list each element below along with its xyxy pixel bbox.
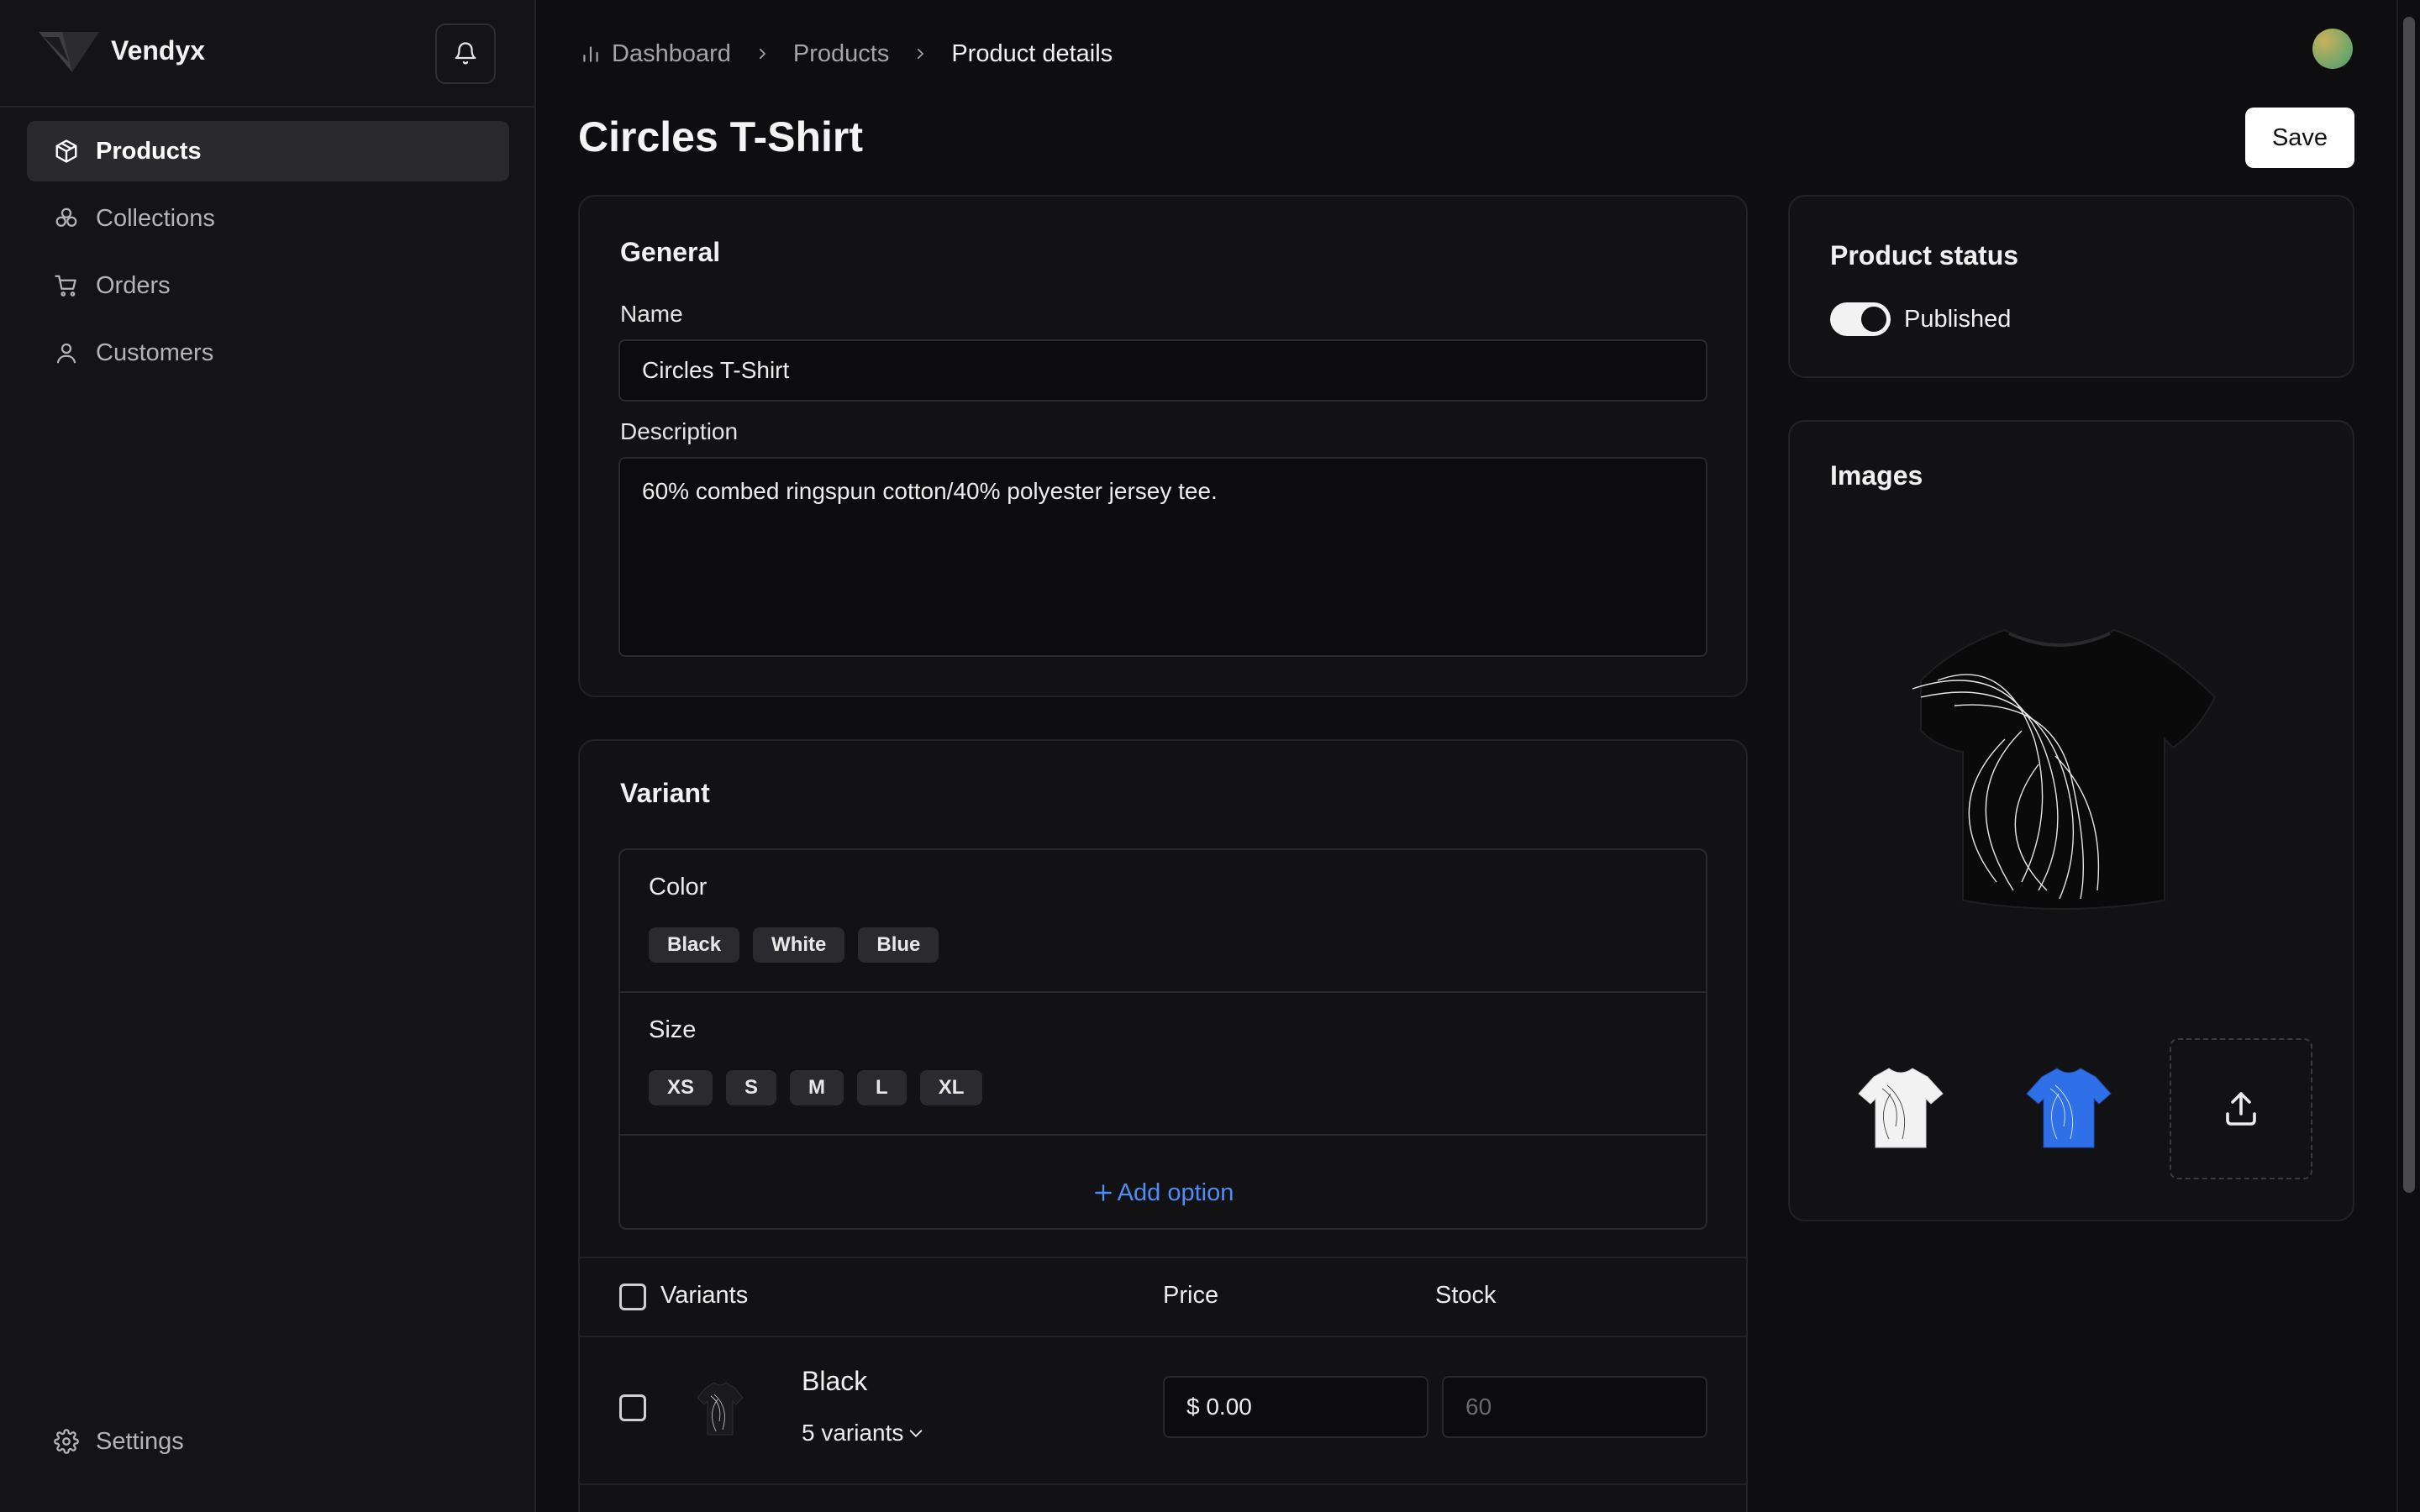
- scrollbar-thumb[interactable]: [2403, 17, 2415, 1193]
- size-values: XS S M L XL: [649, 1070, 983, 1105]
- divider: [580, 1483, 1746, 1485]
- chevron-right-icon: [755, 46, 770, 61]
- price-input[interactable]: $ 0.00: [1163, 1376, 1428, 1438]
- description-label: Description: [620, 418, 739, 444]
- published-label: Published: [1904, 306, 2012, 333]
- name-label: Name: [620, 301, 683, 327]
- add-option-label: Add option: [1117, 1179, 1234, 1206]
- color-values: Black White Blue: [649, 927, 939, 963]
- header-stock: Stock: [1435, 1282, 1497, 1309]
- upload-image-button[interactable]: [2170, 1038, 2312, 1179]
- upload-icon: [2226, 1092, 2256, 1126]
- notifications-button[interactable]: [435, 24, 496, 84]
- header-variants: Variants: [660, 1282, 749, 1309]
- blue-shirt-thumbnail[interactable]: [2017, 1055, 2121, 1159]
- sidebar-item-collections[interactable]: Collections: [27, 188, 509, 249]
- option-value-chip[interactable]: L: [857, 1070, 907, 1105]
- divider: [620, 1134, 1706, 1136]
- plus-icon: [1094, 1184, 1112, 1201]
- variant-card-title: Variant: [620, 778, 710, 808]
- sidebar-item-label: Collections: [96, 204, 215, 232]
- gear-icon: [54, 1429, 79, 1454]
- save-button[interactable]: Save: [2245, 108, 2354, 168]
- option-name-size: Size: [649, 1016, 697, 1043]
- white-shirt-thumbnail[interactable]: [1849, 1055, 1953, 1159]
- general-card-title: General: [620, 237, 721, 267]
- divider: [580, 1257, 1746, 1258]
- variant-name: Black: [802, 1366, 868, 1396]
- sidebar-item-label: Products: [96, 137, 202, 165]
- avatar[interactable]: [2312, 29, 2353, 69]
- collections-icon: [54, 206, 79, 231]
- images-title: Images: [1830, 460, 1923, 491]
- divider: [580, 1336, 1746, 1337]
- sidebar-item-label: Customers: [96, 339, 214, 366]
- page-title: Circles T-Shirt: [578, 113, 863, 160]
- row-checkbox[interactable]: [619, 1394, 646, 1421]
- vendyx-logo: [39, 32, 99, 72]
- option-value-chip[interactable]: S: [726, 1070, 777, 1105]
- package-icon: [54, 139, 79, 164]
- sidebar-item-products[interactable]: Products: [27, 121, 509, 181]
- sidebar-item-settings[interactable]: Settings: [27, 1411, 509, 1472]
- sidebar: Vendyx Products Collections Orders Custo…: [0, 0, 536, 1512]
- page-scrollbar[interactable]: [2396, 0, 2420, 1512]
- select-all-checkbox[interactable]: [619, 1284, 646, 1310]
- name-field[interactable]: Circles T-Shirt: [618, 339, 1707, 402]
- toggle-knob: [1861, 307, 1886, 332]
- main-product-image[interactable]: [1887, 605, 2240, 924]
- sidebar-item-label: Orders: [96, 271, 171, 299]
- breadcrumb-current: Product details: [951, 39, 1113, 67]
- variant-options: Color Black White Blue Size XS S M L XL …: [618, 848, 1707, 1230]
- bell-icon: [455, 42, 476, 65]
- chevron-right-icon: [913, 46, 928, 61]
- sidebar-item-label: Settings: [96, 1427, 184, 1455]
- breadcrumb-products[interactable]: Products: [793, 40, 889, 68]
- sidebar-header: Vendyx: [0, 0, 534, 108]
- option-value-chip[interactable]: XL: [919, 1070, 983, 1105]
- black-shirt-thumbnail: [697, 1382, 744, 1436]
- variants-expand-toggle[interactable]: 5 variants: [802, 1420, 925, 1446]
- bar-chart-icon: [583, 46, 598, 62]
- cart-icon: [54, 273, 79, 298]
- breadcrumb: Dashboard Products Product details: [580, 37, 1113, 71]
- option-value-chip[interactable]: Blue: [858, 927, 939, 963]
- stock-input[interactable]: 60: [1442, 1376, 1707, 1438]
- description-field[interactable]: 60% combed ringspun cotton/40% polyester…: [618, 457, 1707, 657]
- published-toggle[interactable]: [1830, 302, 1891, 336]
- user-icon: [54, 340, 79, 365]
- add-option-button[interactable]: Add option: [620, 1168, 1706, 1218]
- chevron-down-icon: [910, 1430, 923, 1437]
- option-name-color: Color: [649, 874, 708, 900]
- variant-count: 5 variants: [802, 1420, 904, 1446]
- option-value-chip[interactable]: Black: [649, 927, 740, 963]
- option-value-chip[interactable]: M: [790, 1070, 844, 1105]
- option-value-chip[interactable]: White: [753, 927, 845, 963]
- breadcrumb-dashboard[interactable]: Dashboard: [612, 40, 731, 68]
- brand-name: Vendyx: [111, 35, 206, 66]
- sidebar-item-orders[interactable]: Orders: [27, 255, 509, 316]
- product-status-card: Product status: [1788, 195, 2354, 378]
- product-status-title: Product status: [1830, 240, 2019, 270]
- header-price: Price: [1163, 1282, 1219, 1309]
- divider: [620, 991, 1706, 993]
- option-value-chip[interactable]: XS: [649, 1070, 713, 1105]
- sidebar-item-customers[interactable]: Customers: [27, 323, 509, 383]
